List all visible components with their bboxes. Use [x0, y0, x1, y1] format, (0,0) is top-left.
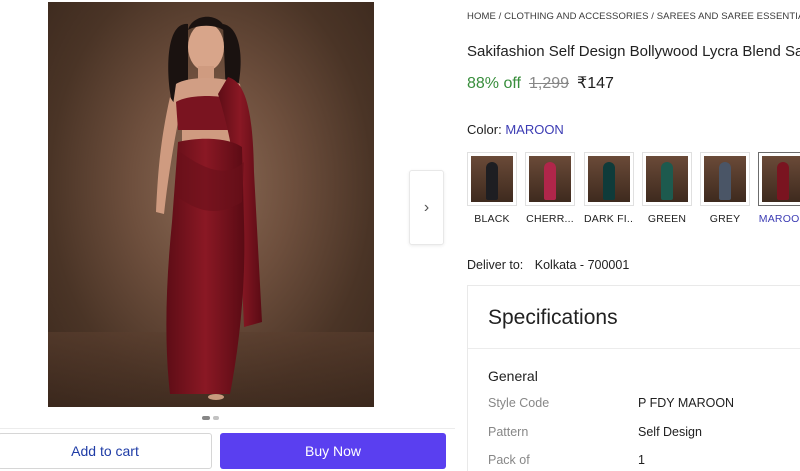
discount-label: 88% off [467, 75, 521, 92]
product-page: › Add to cart Buy Now HOME / CLOTHING AN… [0, 0, 800, 471]
divider [0, 428, 455, 429]
swatch-label: MAROON [758, 213, 800, 225]
swatch-thumb [603, 162, 615, 200]
product-image[interactable] [48, 2, 374, 407]
price-row: 88% off 1,299 ₹147 [467, 73, 614, 93]
deliver-pincode: Kolkata - 700001 [534, 258, 630, 272]
selected-color: MAROON [505, 122, 564, 137]
specifications-title: Specifications [488, 306, 618, 329]
spec-key: Pack of [488, 453, 530, 467]
swatch-thumb [719, 162, 731, 200]
breadcrumb[interactable]: HOME / CLOTHING AND ACCESSORIES / SAREES… [467, 11, 800, 22]
spec-value: P FDY MAROON [638, 396, 735, 410]
color-swatch-green[interactable]: GREEN [642, 152, 692, 225]
swatch-thumb [544, 162, 556, 200]
swatch-label: DARK FI... [584, 213, 634, 225]
spec-value: Self Design [638, 425, 702, 439]
product-title: Sakifashion Self Design Bollywood Lycra … [467, 43, 800, 60]
color-selector-label: Color: MAROON [467, 122, 564, 137]
color-label: Color: [467, 122, 502, 137]
color-swatch-maroon[interactable]: MAROON [758, 152, 800, 225]
delivery-location[interactable]: Deliver to: Kolkata - 700001 [467, 258, 629, 272]
swatch-thumb [777, 162, 789, 200]
swatch-label: GREY [709, 213, 741, 225]
color-swatches: BLACK CHERR... DARK FI... GREEN GREY MAR… [467, 152, 800, 232]
spec-key: Style Code [488, 396, 550, 410]
spec-key: Pattern [488, 425, 529, 439]
add-to-cart-button[interactable]: Add to cart [0, 433, 212, 469]
color-swatch-black[interactable]: BLACK [467, 152, 517, 225]
mrp-price: 1,299 [528, 75, 570, 92]
specifications-panel: Specifications General Style Code P FDY … [467, 285, 800, 471]
color-swatch-grey[interactable]: GREY [700, 152, 750, 225]
swatch-thumb [486, 162, 498, 200]
saree-model-illustration [48, 16, 374, 407]
gallery-dot-active[interactable] [202, 416, 210, 420]
color-swatch-cherry[interactable]: CHERR... [525, 152, 575, 225]
spec-value: 1 [638, 453, 645, 467]
gallery-pagination [202, 416, 219, 420]
swatch-label: BLACK [474, 213, 510, 225]
buy-now-button[interactable]: Buy Now [220, 433, 446, 469]
color-swatch-dark-firozi[interactable]: DARK FI... [584, 152, 634, 225]
swatch-label: GREEN [647, 213, 687, 225]
chevron-right-icon[interactable]: › [409, 170, 444, 245]
gallery-dot[interactable] [213, 416, 219, 420]
spec-group-title: General [488, 368, 538, 384]
divider [468, 348, 800, 349]
selling-price: ₹147 [577, 75, 614, 92]
deliver-label: Deliver to: [467, 258, 524, 272]
swatch-label: CHERR... [526, 213, 574, 225]
swatch-thumb [661, 162, 673, 200]
